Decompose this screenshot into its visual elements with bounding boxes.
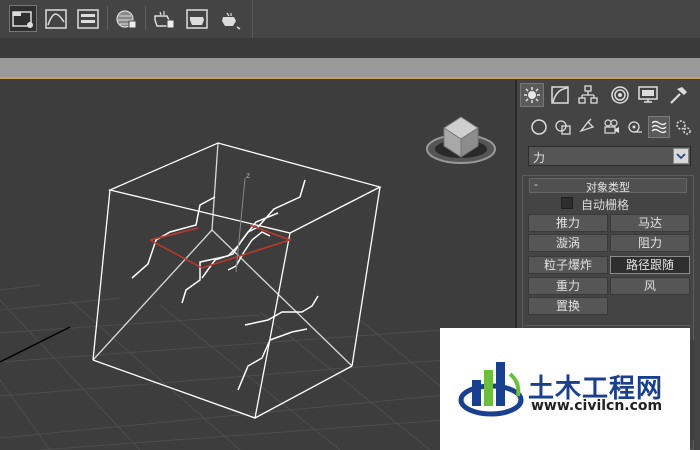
rollout-title: 对象类型 — [586, 181, 630, 194]
layer-manager-button[interactable] — [9, 5, 37, 32]
pbomb-button[interactable]: 粒子爆炸 — [528, 256, 608, 274]
tape-icon — [628, 121, 642, 133]
render-setup-button[interactable] — [150, 5, 178, 32]
display-monitor-icon — [638, 86, 658, 103]
particle-paths — [131, 179, 319, 391]
hierarchy-icon — [578, 85, 598, 104]
layer-manager-icon — [12, 10, 33, 28]
wind-button[interactable]: 风 — [610, 277, 690, 295]
subtab-systems[interactable] — [672, 116, 694, 138]
subtab-space-warps[interactable] — [648, 116, 670, 138]
material-editor-icon — [116, 9, 137, 28]
gizmo-axis-label: z — [246, 171, 250, 180]
category-dropdown-value: 力 — [533, 151, 546, 165]
curve-editor-button[interactable] — [42, 5, 70, 32]
watermark-url: www.civilcn.com — [531, 398, 663, 414]
material-editor-button[interactable] — [112, 5, 140, 32]
systems-gears-icon — [676, 120, 691, 135]
space-warp-icon — [651, 120, 667, 134]
chevron-down-icon — [676, 153, 686, 160]
create-sun-icon — [524, 87, 540, 103]
shapes-icon — [555, 120, 571, 135]
schematic-view-icon — [77, 8, 99, 29]
rollout-divider — [525, 325, 690, 326]
category-dropdown[interactable]: 力 — [528, 146, 691, 166]
teapot-icon — [222, 12, 241, 30]
camera-icon — [604, 119, 619, 134]
viewport-scene: z — [0, 116, 496, 450]
tab-modify[interactable] — [548, 83, 572, 107]
subtab-cameras[interactable] — [600, 116, 622, 138]
sphere-icon — [531, 119, 547, 135]
create-subcategory-tabs — [525, 116, 700, 140]
hammer-icon — [670, 87, 687, 104]
render-production-button[interactable] — [216, 5, 244, 32]
displace-button[interactable]: 置换 — [528, 297, 608, 315]
tab-hierarchy[interactable] — [576, 83, 600, 107]
auto-grid-label: 自动栅格 — [581, 198, 630, 212]
command-panel-tabs — [520, 83, 700, 109]
viewport-title-bar — [0, 58, 700, 79]
curve-editor-icon — [45, 8, 67, 29]
tab-utilities[interactable] — [666, 83, 690, 107]
light-icon — [579, 118, 595, 133]
viewcube[interactable] — [426, 116, 496, 164]
ground-grid — [0, 284, 446, 450]
path-follow-button[interactable]: 路径跟随 — [610, 256, 690, 274]
render-setup-icon — [154, 10, 175, 28]
subtab-shapes[interactable] — [552, 116, 574, 138]
drag-button[interactable]: 阻力 — [610, 234, 690, 252]
gravity-button[interactable]: 重力 — [528, 277, 608, 295]
tab-motion[interactable] — [608, 83, 632, 107]
perspective-viewport[interactable]: z — [0, 80, 515, 450]
auto-grid-checkbox-box[interactable] — [561, 197, 573, 209]
vortex-button[interactable]: 漩涡 — [528, 234, 608, 252]
main-toolbar — [0, 0, 700, 38]
dropdown-arrow-button[interactable] — [673, 148, 689, 164]
subtab-geometry[interactable] — [528, 116, 550, 138]
tab-display[interactable] — [636, 83, 660, 107]
subtab-lights[interactable] — [576, 116, 598, 138]
tab-create[interactable] — [520, 83, 544, 107]
toolbar-separator — [107, 6, 108, 30]
motor-button[interactable]: 马达 — [610, 214, 690, 232]
motion-icon — [611, 86, 629, 104]
rendered-frame-window-button[interactable] — [183, 5, 211, 32]
subtab-helpers[interactable] — [624, 116, 646, 138]
push-button[interactable]: 推力 — [528, 214, 608, 232]
object-type-rollout-header[interactable]: - 对象类型 — [529, 178, 687, 194]
toolbar-gap — [0, 38, 700, 58]
modify-icon — [551, 86, 569, 104]
watermark-logo — [458, 362, 524, 417]
watermark: 土木工程网 www.civilcn.com — [440, 328, 690, 450]
toolbar-separator — [145, 6, 146, 30]
toolbar-group — [0, 0, 253, 38]
rendered-frame-window-icon — [186, 8, 208, 29]
schematic-view-button[interactable] — [74, 5, 102, 32]
